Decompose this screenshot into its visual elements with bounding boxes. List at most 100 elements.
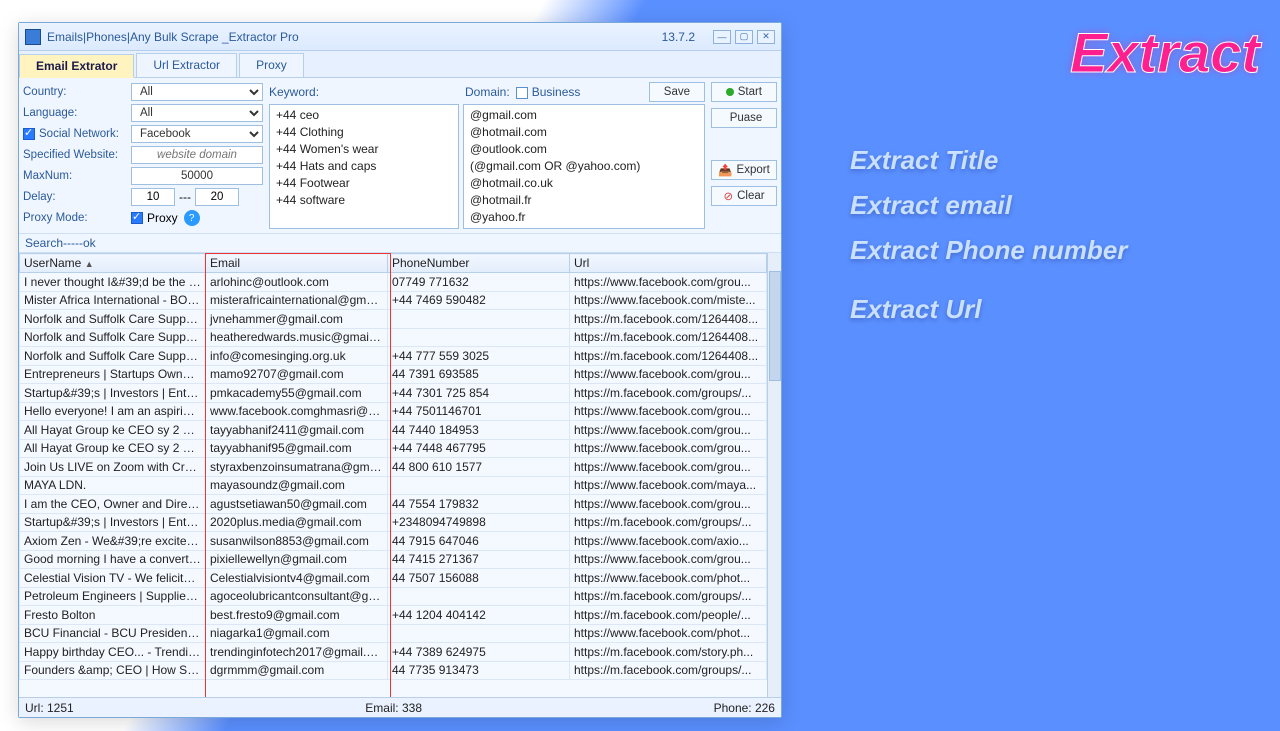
col-url[interactable]: Url [570,254,767,273]
table-row[interactable]: All Hayat Group ke CEO sy 2 Dire...tayya… [20,439,767,458]
social-label: Social Network: [23,128,131,140]
delay-label: Delay: [23,191,131,203]
tab-url-extractor[interactable]: Url Extractor [136,53,237,77]
keyword-item[interactable]: +44 software [276,192,452,209]
col-email[interactable]: Email [206,254,388,273]
domain-item[interactable]: @hotmail.co.uk [470,175,698,192]
table-row[interactable]: Petroleum Engineers | Supplier ne...agoc… [20,587,767,606]
minimize-button[interactable]: — [713,30,731,44]
domain-item[interactable]: @gmail.com [470,107,698,124]
table-row[interactable]: BCU Financial - BCU President &a...niaga… [20,624,767,643]
app-window: Emails|Phones|Any Bulk Scrape _Extractor… [18,22,782,718]
promo-panel: Extract Extract Title Extract email Extr… [840,20,1260,339]
promo-line-3: Extract Phone number [840,235,1260,266]
scrollbar-thumb[interactable] [769,271,781,381]
keyword-listbox[interactable]: +44 ceo+44 Clothing+44 Women's wear+44 H… [269,104,459,229]
language-select[interactable]: All [131,104,263,122]
domain-listbox[interactable]: @gmail.com@hotmail.com@outlook.com(@gmai… [463,104,705,229]
social-checkbox[interactable] [23,128,35,140]
export-button[interactable]: 📤Export [711,160,777,180]
action-buttons: Start Puase 📤Export ⊘Clear [711,82,777,229]
keyword-label: Keyword: [269,85,319,99]
domain-item[interactable]: @outlook.com [470,141,698,158]
country-select[interactable]: All [131,83,263,101]
business-checkbox[interactable] [516,87,528,99]
maxnum-label: MaxNum: [23,170,131,182]
promo-line-1: Extract Title [840,145,1260,176]
tab-bar: Email Extrator Url Extractor Proxy [19,51,781,78]
search-status: Search-----ok [19,234,781,253]
pause-button[interactable]: Puase [711,108,777,128]
app-icon [25,29,41,45]
promo-title: Extract [840,20,1260,85]
website-input[interactable] [131,146,263,164]
help-icon[interactable]: ? [184,210,200,226]
table-row[interactable]: Norfolk and Suffolk Care Support...heath… [20,328,767,347]
start-button[interactable]: Start [711,82,777,102]
settings-form: Country: All Language: All Social Networ… [23,82,263,229]
promo-line-4: Extract Url [840,294,1260,325]
domain-item[interactable]: @yahoo.fr [470,209,698,226]
table-row[interactable]: Norfolk and Suffolk Care Support...jvneh… [20,310,767,329]
vertical-scrollbar[interactable] [767,253,781,697]
domain-item[interactable]: (@gmail.com OR @yahoo.com) [470,158,698,175]
delay-from-input[interactable] [131,188,175,206]
keyword-item[interactable]: +44 Hats and caps [276,158,452,175]
table-row[interactable]: Good morning I have a converted...pixiel… [20,550,767,569]
keyword-item[interactable]: +44 Women's wear [276,141,452,158]
delay-separator: --- [179,190,191,204]
keyword-item[interactable]: +44 ceo [276,107,452,124]
table-row[interactable]: Mister Africa International - BOTS...mis… [20,291,767,310]
proxymode-label: Proxy Mode: [23,212,131,224]
table-row[interactable]: All Hayat Group ke CEO sy 2 Dire...tayya… [20,421,767,440]
domain-item[interactable]: @hotmail.com [470,124,698,141]
status-phone: Phone: 226 [714,701,775,715]
keyword-item[interactable]: +44 Footwear [276,175,452,192]
table-row[interactable]: Entrepreneurs | Startups Owners | ...mam… [20,365,767,384]
status-email: Email: 338 [365,701,422,715]
tab-proxy[interactable]: Proxy [239,53,304,77]
table-row[interactable]: Celestial Vision TV - We felicitate ...C… [20,569,767,588]
results-table: UserName ▲ Email PhoneNumber Url I never… [19,253,767,680]
proxymode-checkbox[interactable] [131,212,143,224]
table-row[interactable]: Startup&#39;s | Investors | Entrep...202… [20,513,767,532]
save-button[interactable]: Save [649,82,705,102]
col-username[interactable]: UserName ▲ [20,254,206,273]
table-row[interactable]: Fresto Boltonbest.fresto9@gmail.com+44 1… [20,606,767,625]
clear-button[interactable]: ⊘Clear [711,186,777,206]
maxnum-input[interactable] [131,167,263,185]
table-row[interactable]: Axiom Zen - We&#39;re excited t...susanw… [20,532,767,551]
domain-label: Domain: [465,85,510,99]
table-row[interactable]: Norfolk and Suffolk Care Support...info@… [20,347,767,366]
keyword-domain-panel: Keyword: Domain: Business Save +44 ceo+4… [269,82,705,229]
proxymode-value: Proxy [147,211,178,225]
table-row[interactable]: Startup&#39;s | Investors | Entrep...pmk… [20,384,767,403]
status-url: Url: 1251 [25,701,74,715]
clear-icon: ⊘ [723,189,733,203]
table-row[interactable]: Happy birthday CEO... - Trending ...tren… [20,643,767,662]
export-icon: 📤 [718,163,732,177]
keyword-item[interactable]: +44 Clothing [276,124,452,141]
promo-line-2: Extract email [840,190,1260,221]
language-label: Language: [23,107,131,119]
social-select[interactable]: Facebook [131,125,263,143]
table-row[interactable]: Join Us LIVE on Zoom with Crown...styrax… [20,458,767,477]
table-row[interactable]: I never thought I&#39;d be the p...arloh… [20,273,767,292]
table-row[interactable]: MAYA LDN.mayasoundz@gmail.comhttps://www… [20,476,767,495]
maximize-button[interactable]: ▢ [735,30,753,44]
table-row[interactable]: Hello everyone! I am an aspiring s...www… [20,402,767,421]
app-version: 13.7.2 [662,30,695,44]
close-button[interactable]: ✕ [757,30,775,44]
domain-item[interactable]: @hotmail.fr [470,192,698,209]
website-label: Specified Website: [23,149,131,161]
titlebar[interactable]: Emails|Phones|Any Bulk Scrape _Extractor… [19,23,781,51]
delay-to-input[interactable] [195,188,239,206]
col-phone[interactable]: PhoneNumber [388,254,570,273]
business-label: Business [532,85,581,99]
tab-email-extractor[interactable]: Email Extrator [19,54,134,78]
table-row[interactable]: Founders &amp; CEO | How Start...dgrmmm@… [20,661,767,680]
country-label: Country: [23,86,131,98]
status-bar: Url: 1251 Email: 338 Phone: 226 [19,697,781,717]
window-title: Emails|Phones|Any Bulk Scrape _Extractor… [47,30,299,44]
table-row[interactable]: I am the CEO, Owner and Direct F...agust… [20,495,767,514]
